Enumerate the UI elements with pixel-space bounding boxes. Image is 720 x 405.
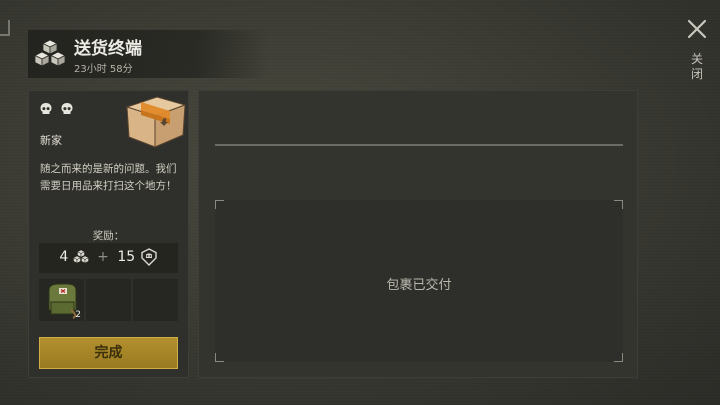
- corner-bracket: [614, 200, 623, 209]
- delivery-panel: 包裹已交付: [198, 90, 638, 378]
- reward-item-slots: 2: [39, 279, 178, 321]
- difficulty-indicator: [39, 101, 76, 119]
- corner-bracket: [215, 353, 224, 362]
- header-bar: 送货终端 23小时 58分: [28, 30, 268, 78]
- corner-bracket: [614, 353, 623, 362]
- quest-card: 新家 随之而来的是新的问题。我们需要日用品来打扫这个地方！ 奖励： 4 + 15: [28, 90, 189, 378]
- item-count: 2: [75, 310, 81, 320]
- timer-text: 23小时 58分: [74, 64, 133, 75]
- quest-description: 随之而来的是新的问题。我们需要日用品来打扫这个地方！: [40, 163, 177, 192]
- boxes-icon: [72, 249, 89, 264]
- close-icon[interactable]: [686, 18, 708, 40]
- item-slot[interactable]: [133, 279, 178, 321]
- skull-icon: [40, 103, 52, 114]
- skull-icon: [61, 103, 73, 114]
- close-button[interactable]: 关闭: [684, 18, 710, 88]
- reward-label: 奖励：: [92, 230, 125, 242]
- page-title: 送货终端: [74, 39, 142, 59]
- cardboard-crate-icon: [125, 96, 187, 148]
- corner-bracket: [0, 20, 10, 36]
- item-slot[interactable]: [86, 279, 131, 321]
- close-label[interactable]: 关闭: [690, 52, 704, 82]
- plus-sign: +: [97, 249, 109, 265]
- divider: [215, 144, 623, 146]
- reward-amount: 4: [59, 249, 69, 265]
- shield-icon: [140, 248, 157, 266]
- complete-button-label[interactable]: 完成: [40, 338, 177, 368]
- quest-title: 新家: [40, 134, 62, 147]
- item-slot[interactable]: 2: [39, 279, 84, 321]
- complete-button[interactable]: 完成: [39, 337, 178, 369]
- corner-bracket: [215, 200, 224, 209]
- boxes-icon: [34, 39, 66, 67]
- reward-amount: 15: [117, 249, 136, 265]
- package-drop-zone: 包裹已交付: [215, 200, 623, 362]
- delivery-status-text: 包裹已交付: [386, 278, 452, 293]
- reward-summary: 4 + 15: [39, 243, 178, 273]
